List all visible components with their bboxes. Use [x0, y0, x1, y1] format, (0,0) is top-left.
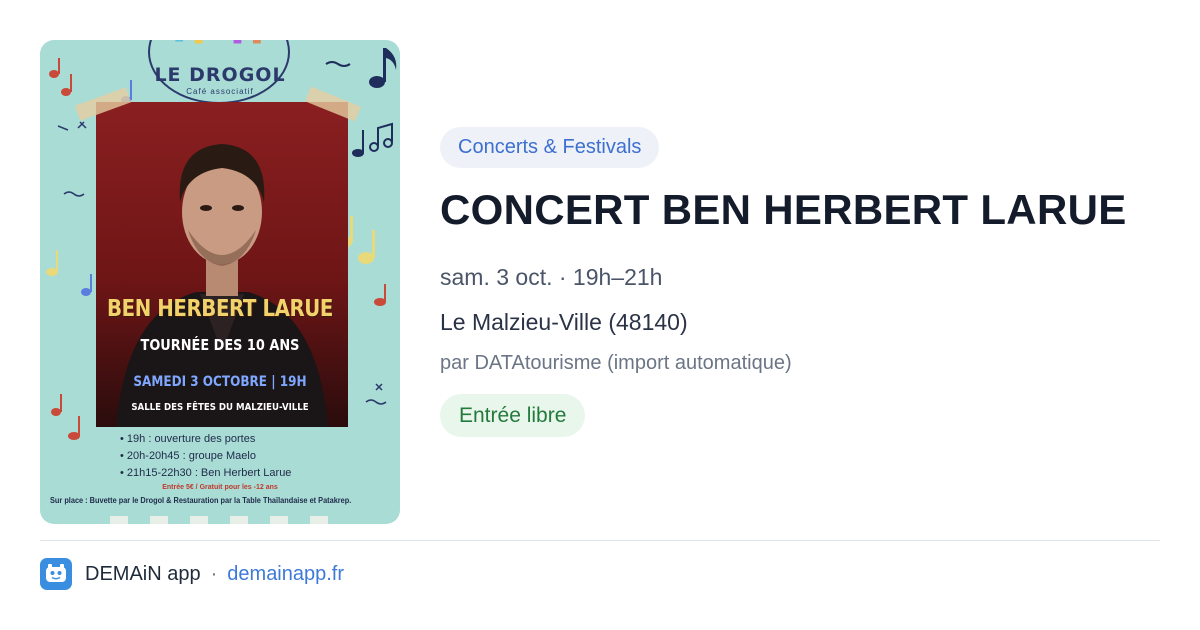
site-link[interactable]: demainapp.fr	[227, 563, 344, 586]
sponsor-logo	[270, 516, 288, 524]
event-datetime: sam. 3 oct. · 19h–21h	[440, 264, 663, 290]
price-badge: Entrée libre	[440, 394, 586, 437]
poster-date: SAMEDI 3 OCTOBRE | 19H	[133, 374, 307, 390]
app-name: DEMAiN app	[85, 562, 201, 585]
poster-tour-label: TOURNÉE DES 10 ANS	[140, 336, 300, 354]
program-item: 21h15-22h30 : Ben Herbert Larue	[120, 465, 360, 482]
sponsor-logo	[230, 516, 248, 524]
sponsor-logo	[310, 516, 328, 524]
event-source: par DATAtourisme (import automatique)	[440, 352, 792, 374]
poster-logo-subtitle: Café associatif	[186, 87, 254, 96]
poster-artist-title: BEN HERBERT LARUE	[106, 296, 334, 322]
sponsor-logos	[110, 516, 340, 524]
sponsor-logo	[190, 516, 208, 524]
footer-separator: ·	[210, 562, 218, 585]
poster-program-list: 19h : ouverture des portes 20h-20h45 : g…	[120, 431, 360, 482]
event-title: CONCERT BEN HERBERT LARUE	[440, 186, 1127, 233]
mosaic-icon	[175, 40, 261, 44]
poster-price: Entrée 5€ / Gratuit pour les -12 ans	[162, 484, 278, 491]
category-badge[interactable]: Concerts & Festivals	[440, 127, 660, 168]
app-logo-icon[interactable]	[40, 558, 72, 590]
program-item: 20h-20h45 : groupe Maelo	[120, 448, 360, 465]
poster-venue: SALLE DES FÊTES DU MALZIEU-VILLE	[131, 402, 309, 413]
sponsor-logo	[150, 516, 168, 524]
event-location: Le Malzieu-Ville (48140)	[440, 309, 688, 335]
footer: DEMAiN app · demainapp.fr	[40, 558, 344, 590]
sponsor-logo	[110, 516, 128, 524]
program-item: 19h : ouverture des portes	[120, 431, 360, 448]
event-poster[interactable]: LE DROGOL Café associatif BEN HERBERT LA…	[40, 40, 400, 524]
poster-logo-name: LE DROGOL	[154, 64, 286, 86]
poster-onsite-info: Sur place : Buvette par le Drogol & Rest…	[50, 496, 352, 505]
footer-divider	[40, 540, 1160, 541]
